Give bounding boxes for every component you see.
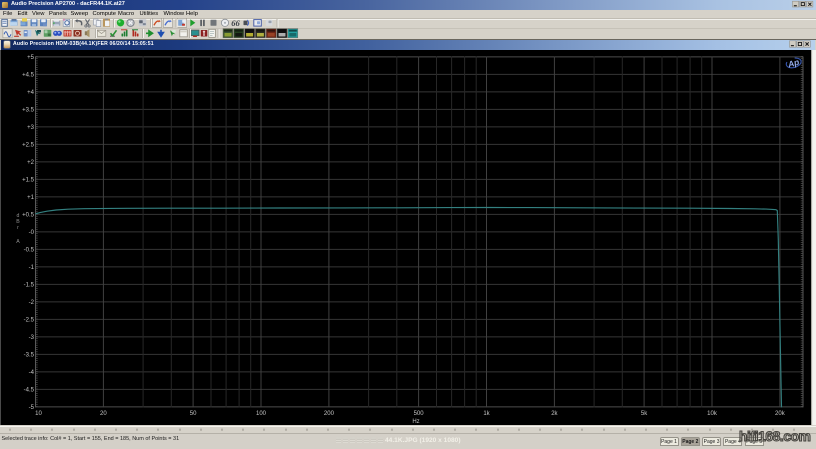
svg-text:200: 200 — [324, 411, 335, 417]
svg-text:-4: -4 — [29, 370, 35, 376]
svg-text:+2: +2 — [27, 160, 35, 166]
svg-text:+4: +4 — [27, 90, 35, 96]
svg-text:+2.5: +2.5 — [22, 143, 35, 149]
svg-text:+0.5: +0.5 — [22, 213, 35, 219]
svg-text:+1.5: +1.5 — [22, 178, 35, 184]
svg-text:-2.5: -2.5 — [24, 318, 35, 324]
svg-text:10: 10 — [35, 411, 42, 417]
svg-text:-1.5: -1.5 — [24, 283, 35, 289]
svg-text:-3.5: -3.5 — [24, 353, 35, 359]
svg-text:20: 20 — [100, 411, 107, 417]
svg-text:+4.5: +4.5 — [22, 73, 35, 79]
svg-text:+1: +1 — [27, 195, 35, 201]
svg-text:10k: 10k — [707, 411, 718, 417]
svg-text:-1: -1 — [29, 265, 35, 271]
svg-text:-3: -3 — [29, 335, 35, 341]
svg-text:+3: +3 — [27, 125, 35, 131]
svg-text:-0: -0 — [29, 230, 35, 236]
svg-text:-4.5: -4.5 — [24, 388, 35, 394]
svg-text:-5: -5 — [29, 405, 35, 411]
svg-text:A: A — [16, 239, 20, 245]
svg-text:50: 50 — [190, 411, 197, 417]
svg-text:500: 500 — [414, 411, 425, 417]
svg-text:Ap: Ap — [786, 57, 801, 70]
svg-text:Hz: Hz — [412, 419, 419, 425]
svg-text:5k: 5k — [641, 411, 648, 417]
svg-text:-0.5: -0.5 — [24, 248, 35, 254]
svg-text:2k: 2k — [551, 411, 558, 417]
svg-text:+5: +5 — [27, 55, 35, 61]
svg-text:100: 100 — [256, 411, 267, 417]
svg-text:+3.5: +3.5 — [22, 108, 35, 114]
svg-text:r: r — [17, 225, 19, 231]
svg-text:1k: 1k — [483, 411, 490, 417]
svg-text:-2: -2 — [29, 300, 35, 306]
svg-text:20k: 20k — [775, 411, 786, 417]
